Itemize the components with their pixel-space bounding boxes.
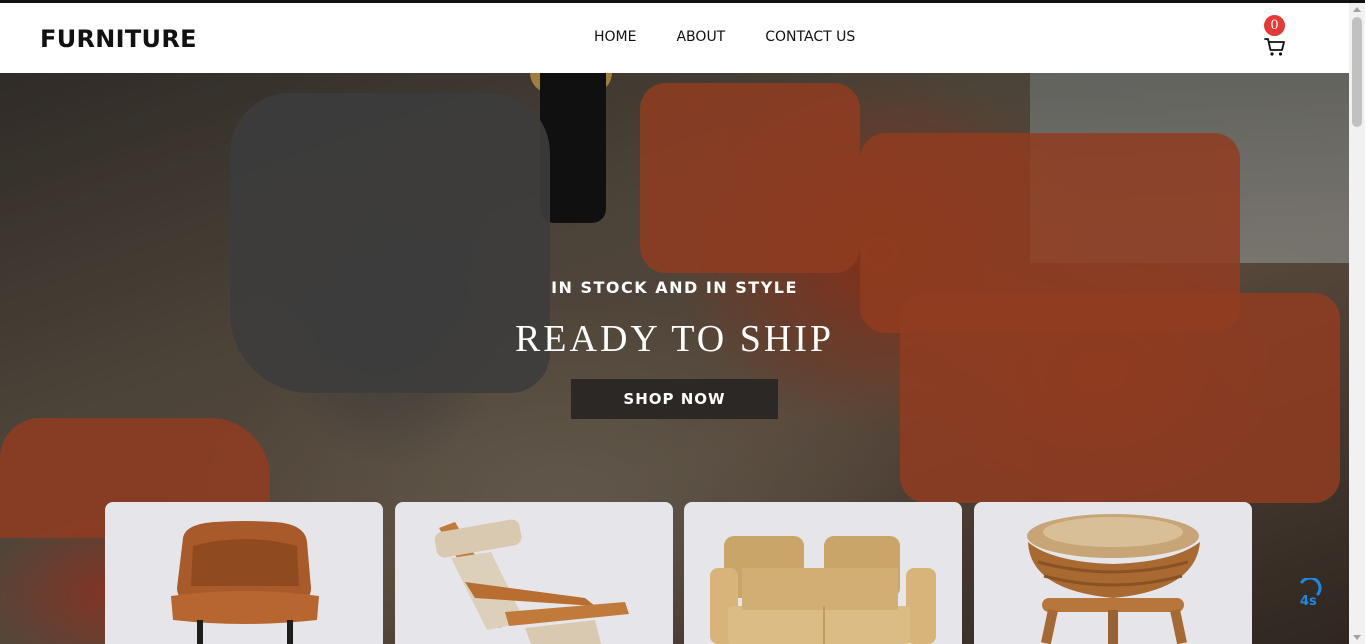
page-scrollbar[interactable] xyxy=(1349,3,1365,644)
hero-subtitle: IN STOCK AND IN STYLE xyxy=(551,278,798,297)
recliner-icon xyxy=(434,519,629,644)
product-cards xyxy=(0,502,1349,644)
cart-icon xyxy=(1264,38,1285,56)
nav-home[interactable]: HOME xyxy=(594,29,636,45)
sofa-icon xyxy=(710,536,936,644)
shop-now-button[interactable]: SHOP NOW xyxy=(571,379,778,419)
cart-button[interactable]: 0 xyxy=(1262,15,1288,61)
cart-count-badge: 0 xyxy=(1264,15,1285,36)
armchair-icon xyxy=(171,521,319,644)
brand-logo[interactable]: FURNITURE xyxy=(40,25,197,53)
hero-title: READY TO SHIP xyxy=(514,318,835,360)
scroll-thumb[interactable] xyxy=(1352,17,1362,127)
stool-icon xyxy=(1027,514,1200,644)
nav-about[interactable]: ABOUT xyxy=(676,29,725,45)
product-card-leather-chair[interactable] xyxy=(105,502,383,644)
scroll-up-arrow-icon[interactable] xyxy=(1353,7,1361,12)
product-card-loveseat[interactable] xyxy=(684,502,962,644)
loading-timer: 4s xyxy=(1300,594,1317,609)
scroll-down-arrow-icon[interactable] xyxy=(1353,635,1361,640)
navbar: FURNITURE HOME ABOUT CONTACT US 0 xyxy=(0,3,1349,73)
product-card-deck-chair[interactable] xyxy=(395,502,673,644)
nav-contact-us[interactable]: CONTACT US xyxy=(765,29,855,45)
main-nav: HOME ABOUT CONTACT US xyxy=(594,29,895,45)
product-card-rattan-stool[interactable] xyxy=(974,502,1252,644)
